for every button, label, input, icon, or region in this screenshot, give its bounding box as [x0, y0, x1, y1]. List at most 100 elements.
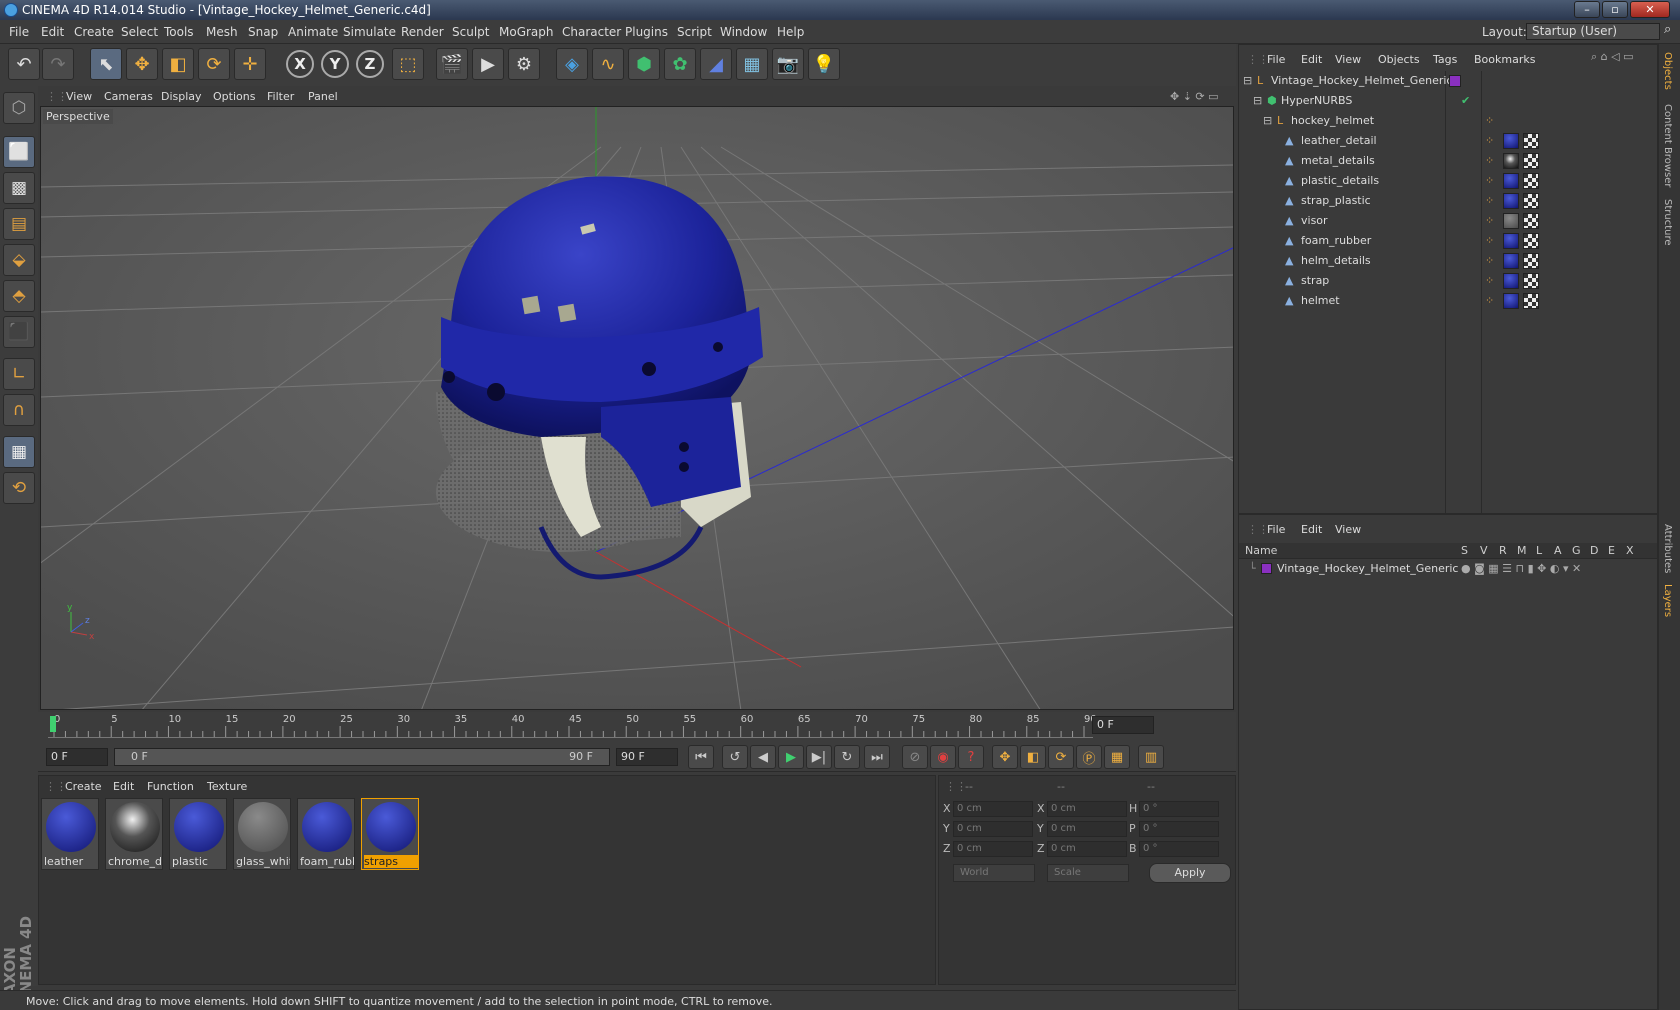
points-mode-button[interactable]: ⬙	[3, 244, 35, 276]
model-mode-button[interactable]: ⬜	[3, 136, 35, 168]
object-row[interactable]: ▲ metal_details ⁘	[1239, 151, 1657, 171]
floor-button[interactable]: ▦	[736, 48, 768, 80]
material-swatch[interactable]: straps	[361, 798, 419, 870]
uvw-tag-icon[interactable]	[1523, 233, 1539, 249]
menu-mesh[interactable]: Mesh	[206, 25, 238, 39]
key-parameter-icon[interactable]: Ⓟ	[1076, 745, 1102, 769]
record-keys-icon[interactable]: ⊘	[902, 745, 928, 769]
menu-help[interactable]: Help	[777, 25, 804, 39]
array-button[interactable]: ✿	[664, 48, 696, 80]
viewport-menu-display[interactable]: Display	[161, 90, 202, 103]
menu-select[interactable]: Select	[121, 25, 158, 39]
playhead-marker[interactable]	[50, 716, 56, 732]
polygons-mode-button[interactable]: ⬛	[3, 316, 35, 348]
rotation-h-field[interactable]: 0 °	[1139, 801, 1219, 817]
rotate-tool-button[interactable]: ⟳	[198, 48, 230, 80]
key-pla-icon[interactable]: ▦	[1104, 745, 1130, 769]
objmgr-search-icon[interactable]: ⌕ ⌂ ◁ ▭	[1591, 50, 1634, 64]
redo-button[interactable]: ↷	[42, 48, 74, 80]
snap-magnet-button[interactable]: ∩	[3, 394, 35, 426]
z-axis-lock-icon[interactable]: Z	[356, 50, 384, 78]
object-row[interactable]: ▲ strap ⁘	[1239, 271, 1657, 291]
layermgr-menu-edit[interactable]: Edit	[1301, 523, 1322, 536]
material-tag-icon[interactable]	[1503, 293, 1519, 309]
menu-character[interactable]: Character	[562, 25, 621, 39]
menu-sculpt[interactable]: Sculpt	[452, 25, 489, 39]
range-slider[interactable]: 0 F 90 F	[114, 748, 610, 766]
material-tag-icon[interactable]	[1503, 233, 1519, 249]
uvw-tag-icon[interactable]	[1523, 153, 1539, 169]
texture-mode-button[interactable]: ▩	[3, 172, 35, 204]
uvw-tag-icon[interactable]	[1523, 173, 1539, 189]
search-icon[interactable]: ⌕	[1664, 22, 1671, 37]
layer-col-locked[interactable]: L	[1536, 544, 1542, 557]
menu-tools[interactable]: Tools	[164, 25, 194, 39]
tab-layers[interactable]: Layers	[1662, 584, 1673, 617]
viewport-nav-icons[interactable]: ✥ ⇣ ⟳ ▭	[1170, 90, 1219, 103]
camera-button[interactable]: 📷	[772, 48, 804, 80]
hockey-helmet-model[interactable]	[436, 176, 763, 580]
material-swatch[interactable]: glass_whit	[233, 798, 291, 870]
scale-tool-button[interactable]: ◧	[162, 48, 194, 80]
layer-row[interactable]: └ Vintage_Hockey_Helmet_Generic ● ◙ ▦ ☰ …	[1239, 559, 1657, 579]
object-row[interactable]: ▲ strap_plastic ⁘	[1239, 191, 1657, 211]
layer-col-generators[interactable]: G	[1572, 544, 1581, 557]
object-row[interactable]: ⊟ ⬢ HyperNURBS ✔	[1239, 91, 1657, 111]
size-z-field[interactable]: 0 cm	[1047, 841, 1127, 857]
next-key-icon[interactable]: ↻	[834, 745, 860, 769]
viewport-menu-cameras[interactable]: Cameras	[104, 90, 153, 103]
keyframe-selection-icon[interactable]: ?	[958, 745, 984, 769]
menu-snap[interactable]: Snap	[248, 25, 278, 39]
menu-plugins[interactable]: Plugins	[625, 25, 668, 39]
position-y-field[interactable]: 0 cm	[953, 821, 1033, 837]
object-row[interactable]: ▲ leather_detail ⁘	[1239, 131, 1657, 151]
material-swatch[interactable]: chrome_de	[105, 798, 163, 870]
size-y-field[interactable]: 0 cm	[1047, 821, 1127, 837]
move-tool-button[interactable]: ✥	[126, 48, 158, 80]
viewport-menu-panel[interactable]: Panel	[308, 90, 338, 103]
workplane-mode-button[interactable]: ▤	[3, 208, 35, 240]
uvw-tag-icon[interactable]	[1523, 253, 1539, 269]
object-row[interactable]: ▲ helm_details ⁘	[1239, 251, 1657, 271]
position-z-field[interactable]: 0 cm	[953, 841, 1033, 857]
material-menu-function[interactable]: Function	[147, 780, 194, 793]
phong-tag-icon[interactable]: ⁘	[1485, 174, 1494, 187]
tab-attributes[interactable]: Attributes	[1662, 524, 1673, 573]
viewport-menu-filter[interactable]: Filter	[267, 90, 294, 103]
tab-content-browser[interactable]: Content Browser	[1662, 104, 1673, 187]
phong-tag-icon[interactable]: ⁘	[1485, 134, 1494, 147]
material-swatch[interactable]: leather	[41, 798, 99, 870]
start-frame-field[interactable]: 0 F	[46, 748, 108, 766]
phong-tag-icon[interactable]: ⁘	[1485, 154, 1494, 167]
x-axis-lock-icon[interactable]: X	[286, 50, 314, 78]
spline-pen-button[interactable]: ∿	[592, 48, 624, 80]
end-frame-field[interactable]: 90 F	[616, 748, 678, 766]
object-row[interactable]: ▲ visor ⁘	[1239, 211, 1657, 231]
phong-tag-icon[interactable]: ⁘	[1485, 274, 1494, 287]
deformer-button[interactable]: ◢	[700, 48, 732, 80]
tree-toggle-icon[interactable]: ⊟	[1243, 74, 1252, 87]
rotation-b-field[interactable]: 0 °	[1139, 841, 1219, 857]
layer-color-icon[interactable]	[1261, 563, 1272, 574]
recent-tool-button[interactable]: ✛	[234, 48, 266, 80]
apply-button[interactable]: Apply	[1149, 863, 1231, 883]
minimize-button[interactable]: –	[1574, 1, 1600, 18]
object-row[interactable]: ▲ plastic_details ⁘	[1239, 171, 1657, 191]
enabled-check-icon[interactable]: ✔	[1461, 94, 1470, 107]
step-forward-icon[interactable]: ▶|	[806, 745, 832, 769]
layer-toggle-icons[interactable]: ● ◙ ▦ ☰ ⊓ ▮ ✥ ◐ ▾ ✕	[1461, 562, 1581, 575]
menu-file[interactable]: File	[9, 25, 29, 39]
menu-create[interactable]: Create	[74, 25, 114, 39]
previous-key-icon[interactable]: ↺	[722, 745, 748, 769]
menu-render[interactable]: Render	[401, 25, 444, 39]
uvw-tag-icon[interactable]	[1523, 213, 1539, 229]
object-row[interactable]: ⊟ L Vintage_Hockey_Helmet_Generic	[1239, 71, 1657, 91]
phong-tag-icon[interactable]: ⁘	[1485, 214, 1494, 227]
key-rotation-icon[interactable]: ⟳	[1048, 745, 1074, 769]
planar-workplane-button[interactable]: ⟲	[3, 472, 35, 504]
play-icon[interactable]: ▶	[778, 745, 804, 769]
tab-objects[interactable]: Objects	[1662, 52, 1673, 90]
uvw-tag-icon[interactable]	[1523, 273, 1539, 289]
make-editable-button[interactable]: ⬡	[3, 92, 35, 124]
y-axis-lock-icon[interactable]: Y	[321, 50, 349, 78]
